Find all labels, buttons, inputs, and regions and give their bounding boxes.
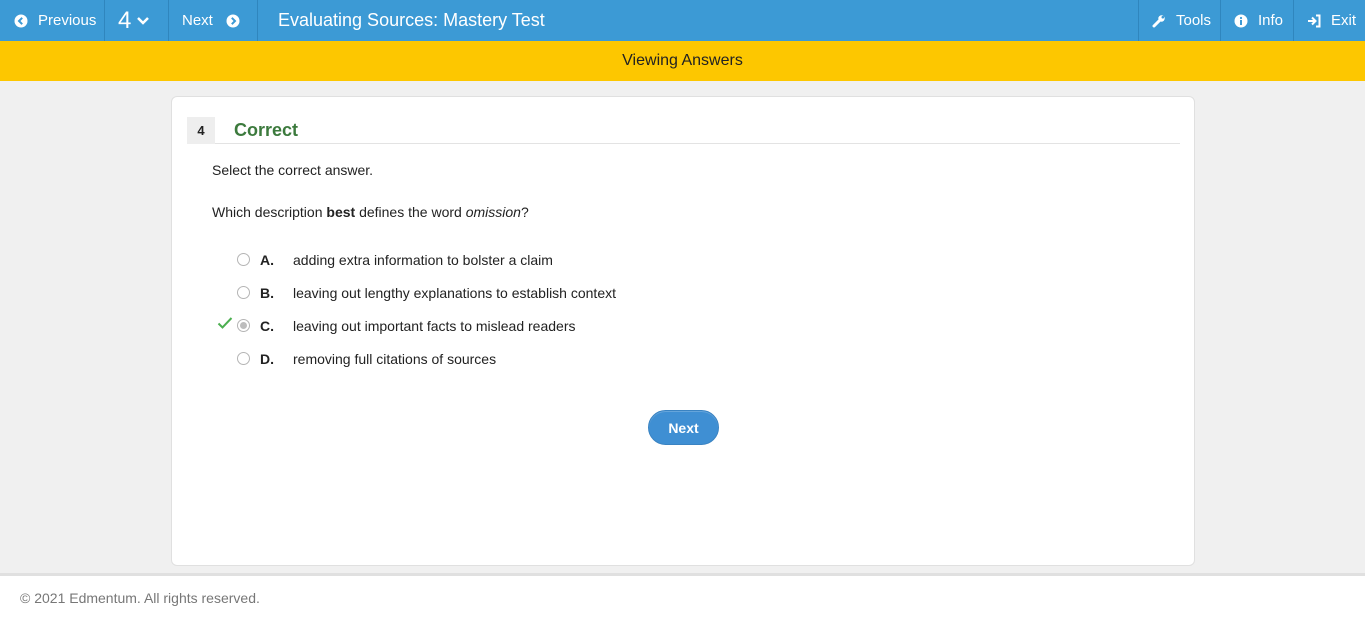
choice-c[interactable]: C. leaving out important facts to mislea…	[212, 314, 712, 338]
answer-status: Correct	[234, 119, 299, 140]
arrow-right-circle-icon	[225, 13, 241, 29]
chevron-down-icon	[135, 13, 151, 29]
info-button[interactable]: Info	[1221, 0, 1294, 41]
next-button[interactable]: Next	[648, 410, 719, 445]
next-label: Next	[182, 12, 213, 29]
previous-button[interactable]: Previous	[0, 0, 105, 41]
tools-button[interactable]: Tools	[1138, 0, 1221, 41]
wrench-icon	[1151, 13, 1167, 29]
info-icon	[1233, 13, 1249, 29]
choice-a-text: adding extra information to bolster a cl…	[293, 252, 553, 268]
question-selector-dropdown[interactable]: 4	[105, 0, 169, 41]
choice-b-letter: B.	[260, 285, 274, 301]
choice-c-letter: C.	[260, 318, 274, 334]
arrow-left-circle-icon	[13, 13, 29, 29]
viewing-answers-banner: Viewing Answers	[0, 41, 1365, 81]
choice-a-letter: A.	[260, 252, 274, 268]
question-instruction: Select the correct answer.	[212, 162, 374, 178]
question-prompt: Which description best defines the word …	[212, 204, 529, 220]
choice-d-radio[interactable]	[237, 352, 250, 365]
choice-b-radio[interactable]	[237, 286, 250, 299]
choice-d-letter: D.	[260, 351, 274, 367]
question-number-badge: 4	[187, 116, 215, 144]
question-card: 4 Correct Select the correct answer. Whi…	[171, 96, 1195, 566]
choice-d-text: removing full citations of sources	[293, 351, 497, 367]
choice-c-text: leaving out important facts to mislead r…	[293, 318, 576, 334]
copyright-text: © 2021 Edmentum. All rights reserved.	[20, 590, 260, 606]
choice-b-text: leaving out lengthy explanations to esta…	[293, 285, 616, 301]
exit-button[interactable]: Exit	[1294, 0, 1365, 41]
choice-a-radio[interactable]	[237, 253, 250, 266]
footer: © 2021 Edmentum. All rights reserved.	[0, 573, 1365, 617]
next-question-button[interactable]: Next	[169, 0, 258, 41]
choice-d[interactable]: D. removing full citations of sources	[212, 347, 712, 371]
check-icon	[217, 316, 233, 332]
question-number-label: 4	[118, 6, 132, 34]
banner-text: Viewing Answers	[622, 52, 743, 69]
question-header: 4 Correct	[187, 116, 1180, 144]
choice-a[interactable]: A. adding extra information to bolster a…	[212, 248, 712, 272]
exit-label: Exit	[1331, 12, 1357, 29]
sign-in-icon	[1306, 13, 1322, 29]
info-label: Info	[1258, 12, 1284, 29]
choice-c-radio[interactable]	[237, 319, 250, 332]
previous-label: Previous	[38, 12, 97, 29]
test-title: Evaluating Sources: Mastery Test	[278, 10, 545, 30]
top-toolbar: Previous 4 Next Evaluating Sources: Mast…	[0, 0, 1365, 41]
tools-label: Tools	[1176, 12, 1212, 29]
choice-b[interactable]: B. leaving out lengthy explanations to e…	[212, 281, 712, 305]
